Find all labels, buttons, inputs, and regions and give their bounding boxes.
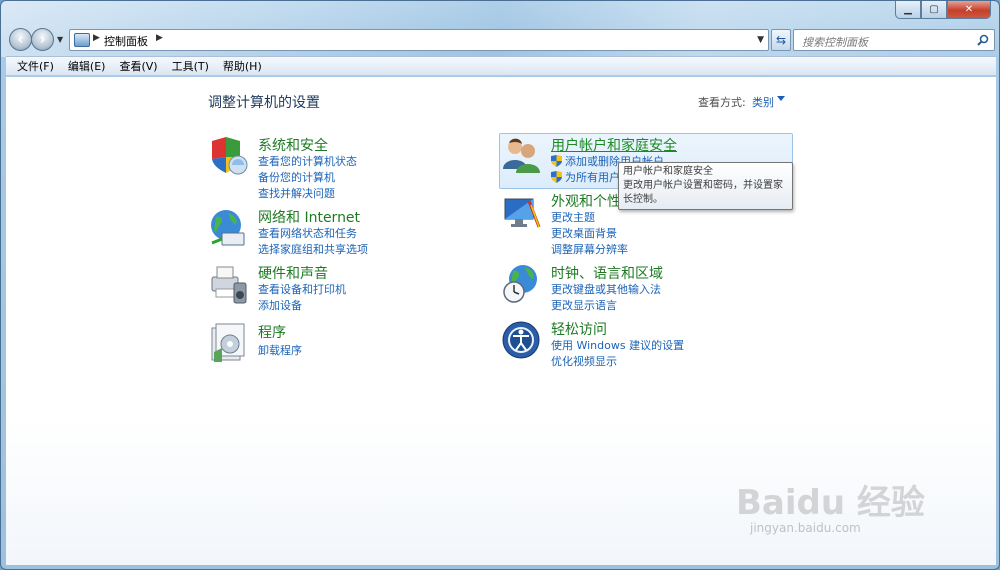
breadcrumb-arrow-icon[interactable]: ▶ (156, 33, 163, 43)
link-view-computer-status[interactable]: 查看您的计算机状态 (258, 153, 357, 169)
category-system-security[interactable]: 系统和安全 查看您的计算机状态 备份您的计算机 查找并解决问题 (208, 135, 498, 201)
category-title[interactable]: 时钟、语言和区域 (551, 263, 663, 283)
category-title[interactable]: 轻松访问 (551, 319, 607, 339)
system-security-icon (212, 137, 248, 175)
menu-bar: 文件(F) 编辑(E) 查看(V) 工具(T) 帮助(H) (6, 56, 996, 76)
user-accounts-icon (503, 138, 540, 173)
category-network-internet[interactable]: 网络和 Internet 查看网络状态和任务 选择家庭组和共享选项 (208, 207, 498, 257)
window-frame: ▁ ▢ ✕ ‹ › ▼ ▶ 控制面板 ▶ ▼ ⇆ 搜索控制面板 文件(F) 编辑… (0, 0, 1000, 570)
clock-language-icon (503, 265, 537, 303)
forward-button[interactable]: › (31, 28, 54, 51)
link-text[interactable]: 为所有用户 (565, 171, 620, 184)
menu-tools[interactable]: 工具(T) (165, 58, 216, 74)
link-add-device[interactable]: 添加设备 (258, 297, 302, 313)
category-title[interactable]: 硬件和声音 (258, 263, 328, 283)
breadcrumb-arrow-icon[interactable]: ▶ (93, 33, 100, 43)
menu-view[interactable]: 查看(V) (112, 58, 164, 74)
search-icon[interactable] (977, 34, 989, 46)
link-all-users[interactable]: 为所有用户 (551, 169, 620, 185)
caption-buttons: ▁ ▢ ✕ (895, 1, 991, 19)
tooltip-text: 更改用户帐户设置和密码，并设置家 (623, 180, 783, 191)
link-devices-printers[interactable]: 查看设备和打印机 (258, 281, 346, 297)
control-panel-icon (74, 33, 90, 47)
link-backup-computer[interactable]: 备份您的计算机 (258, 169, 335, 185)
link-optimize-display[interactable]: 优化视频显示 (551, 353, 617, 369)
back-button[interactable]: ‹ (9, 28, 32, 51)
hardware-sound-icon (211, 266, 247, 304)
view-by-selector[interactable]: 类别 (752, 94, 774, 110)
link-uninstall-program[interactable]: 卸载程序 (258, 342, 302, 358)
uac-shield-icon (551, 155, 562, 167)
refresh-button[interactable]: ⇆ (771, 29, 791, 51)
maximize-button[interactable]: ▢ (921, 1, 947, 19)
category-hardware-sound[interactable]: 硬件和声音 查看设备和打印机 添加设备 (208, 263, 498, 313)
address-bar[interactable]: ▶ 控制面板 ▶ ▼ (69, 29, 769, 51)
category-programs[interactable]: 程序 卸载程序 (208, 322, 498, 362)
menu-file[interactable]: 文件(F) (10, 58, 61, 74)
link-troubleshoot[interactable]: 查找并解决问题 (258, 185, 335, 201)
search-input[interactable]: 搜索控制面板 (802, 34, 868, 50)
page-title: 调整计算机的设置 (208, 95, 320, 111)
uac-shield-icon (551, 171, 562, 183)
chevron-down-icon[interactable] (777, 96, 785, 101)
view-by-label: 查看方式: (698, 96, 746, 109)
search-box[interactable]: 搜索控制面板 (793, 29, 995, 51)
link-desktop-background[interactable]: 更改桌面背景 (551, 225, 617, 241)
navigation-bar: ‹ › ▼ ▶ 控制面板 ▶ ▼ ⇆ 搜索控制面板 (7, 27, 995, 53)
tooltip: 用户帐户和家庭安全 更改用户帐户设置和密码，并设置家 长控制。 (618, 162, 793, 210)
close-button[interactable]: ✕ (947, 1, 991, 19)
address-dropdown-icon[interactable]: ▼ (757, 35, 764, 45)
category-title[interactable]: 系统和安全 (258, 135, 328, 155)
nav-buttons: ‹ › ▼ (7, 27, 67, 53)
menu-help[interactable]: 帮助(H) (216, 58, 269, 74)
minimize-button[interactable]: ▁ (895, 1, 921, 19)
tooltip-title: 用户帐户和家庭安全 (623, 166, 713, 177)
link-keyboard-input[interactable]: 更改键盘或其他输入法 (551, 281, 661, 297)
ease-of-access-icon (502, 321, 540, 359)
menu-edit[interactable]: 编辑(E) (61, 58, 113, 74)
tooltip-text: 长控制。 (623, 194, 663, 205)
link-display-language[interactable]: 更改显示语言 (551, 297, 617, 313)
link-screen-resolution[interactable]: 调整屏幕分辨率 (551, 241, 628, 257)
link-windows-recommended[interactable]: 使用 Windows 建议的设置 (551, 337, 684, 353)
appearance-icon (504, 198, 541, 228)
category-clock-language[interactable]: 时钟、语言和区域 更改键盘或其他输入法 更改显示语言 (501, 263, 791, 313)
watermark-url: jingyan.baidu.com (750, 521, 861, 535)
baidu-watermark: Baidu 经验 jingyan.baidu.com (736, 465, 956, 545)
category-title[interactable]: 用户帐户和家庭安全 (551, 135, 677, 155)
link-homegroup-sharing[interactable]: 选择家庭组和共享选项 (258, 241, 368, 257)
link-change-theme[interactable]: 更改主题 (551, 209, 595, 225)
category-title[interactable]: 程序 (258, 322, 286, 342)
programs-icon (211, 323, 245, 362)
category-title[interactable]: 网络和 Internet (258, 207, 360, 227)
recent-pages-dropdown[interactable]: ▼ (57, 35, 63, 44)
breadcrumb-control-panel[interactable]: 控制面板 (104, 33, 148, 49)
watermark-logo: Baidu 经验 (736, 483, 925, 523)
link-network-status[interactable]: 查看网络状态和任务 (258, 225, 357, 241)
category-ease-of-access[interactable]: 轻松访问 使用 Windows 建议的设置 优化视频显示 (501, 319, 791, 369)
category-title[interactable]: 外观和个性 (551, 191, 621, 211)
network-internet-icon (211, 210, 245, 246)
content-area: 调整计算机的设置 查看方式: 类别 系统和安全 查看您的计算机状态 备份您的计算… (6, 77, 996, 565)
